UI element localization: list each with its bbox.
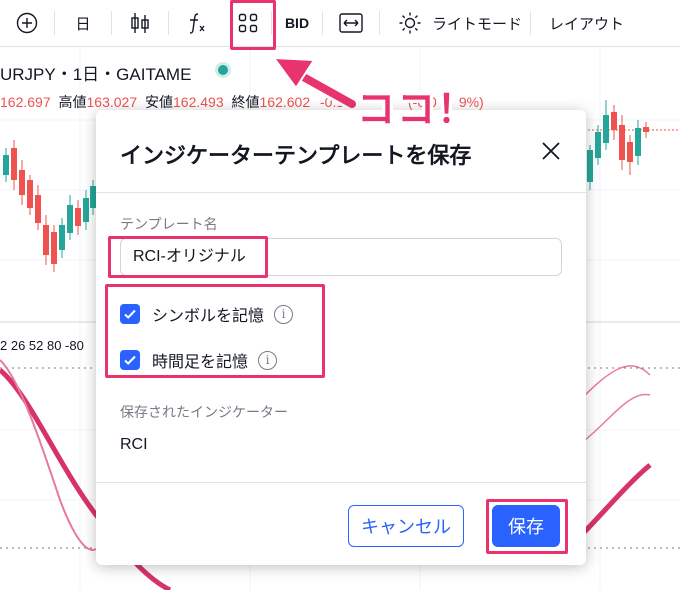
- compare-button[interactable]: [323, 0, 379, 46]
- high-value: 163.027: [86, 94, 138, 110]
- saved-indicators-label: 保存されたインジケーター: [120, 405, 288, 421]
- fit-width-icon: [339, 13, 363, 33]
- dialog-divider: [96, 192, 586, 193]
- info-icon[interactable]: i: [274, 304, 294, 324]
- high-label: 高値: [58, 94, 87, 110]
- save-template-dialog: インジケーターテンプレートを保存 テンプレート名 RCI-オリジナル シンボルを…: [96, 110, 586, 565]
- dialog-divider: [96, 482, 586, 483]
- market-status-dot: [218, 65, 228, 75]
- close-icon: [542, 142, 560, 160]
- indicators-button[interactable]: [169, 0, 225, 46]
- checkmark-icon: [124, 309, 136, 319]
- remember-interval-label: 時間足を記憶: [152, 352, 249, 371]
- remember-interval-row[interactable]: 時間足を記憶 i: [120, 348, 278, 372]
- candles-left: [3, 140, 96, 272]
- change-value: -0.1: [320, 94, 345, 110]
- remember-symbol-checkbox[interactable]: [120, 304, 140, 324]
- cancel-button[interactable]: キャンセル: [348, 505, 464, 547]
- open-value: 162.697: [0, 94, 51, 110]
- theme-toggle-button[interactable]: ライトモード: [380, 0, 530, 46]
- indicator-templates-button[interactable]: [225, 0, 271, 46]
- price-source-button[interactable]: BID: [272, 0, 322, 46]
- callout-text: ココ！: [357, 87, 478, 131]
- low-label: 安値: [145, 94, 173, 110]
- candles-right: [587, 100, 649, 190]
- template-name-label: テンプレート名: [120, 217, 218, 233]
- sun-icon: [399, 12, 421, 34]
- remember-interval-checkbox[interactable]: [120, 350, 140, 370]
- theme-label: ライトモード: [432, 14, 523, 33]
- top-toolbar: 日 BID ライトモード レイアウト: [0, 0, 680, 47]
- add-symbol-button[interactable]: [0, 0, 54, 46]
- remember-symbol-row[interactable]: シンボルを記憶 i: [120, 302, 294, 326]
- function-fx-icon: [189, 13, 205, 34]
- plus-circle-icon: [16, 12, 38, 34]
- symbol-title[interactable]: URJPY・1日・GAITAME: [0, 60, 191, 85]
- saved-indicators-value: RCI: [120, 436, 148, 453]
- info-icon[interactable]: i: [258, 350, 278, 370]
- close-value: 162.602: [259, 94, 311, 110]
- close-label: 終値: [231, 94, 260, 110]
- chart-type-button[interactable]: [112, 0, 168, 46]
- dialog-title: インジケーターテンプレートを保存: [120, 144, 472, 169]
- templates-grid-icon: [238, 13, 258, 33]
- layout-button[interactable]: レイアウト: [531, 0, 624, 46]
- checkmark-icon: [124, 355, 136, 365]
- close-button[interactable]: [536, 136, 566, 166]
- save-button[interactable]: 保存: [492, 505, 560, 547]
- candlestick-icon: [131, 13, 149, 33]
- low-value: 162.493: [173, 94, 224, 110]
- rci-params-label: 2 26 52 80 -80: [0, 338, 84, 353]
- remember-symbol-label: シンボルを記憶: [152, 306, 265, 325]
- interval-button[interactable]: 日: [55, 0, 111, 46]
- template-name-input[interactable]: RCI-オリジナル: [120, 238, 562, 276]
